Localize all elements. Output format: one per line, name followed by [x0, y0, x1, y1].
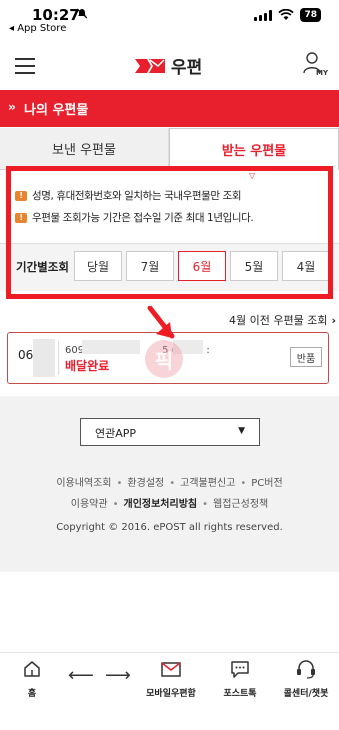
double-chevron-right-icon: ››: [8, 100, 16, 114]
status-time: 10:27: [32, 6, 80, 24]
notice-icon: !: [15, 212, 27, 223]
divider: [58, 341, 59, 375]
cellular-signal-icon: [254, 9, 273, 21]
forward-arrow-icon[interactable]: ⟶: [105, 665, 131, 686]
chat-bubble-icon: [231, 661, 249, 678]
pointer-arrow-icon: [147, 306, 175, 339]
footer-link-complaint[interactable]: 고객불편신고: [180, 478, 235, 489]
notice-text: 성명, 휴대전화번호와 일치하는 국내우편물만 조회: [32, 190, 242, 202]
period-option-june[interactable]: 6월: [178, 251, 226, 281]
post-logo-icon: [135, 58, 165, 73]
notice-item: ! 우편물 조회가능 기간은 접수일 기준 최대 1년입니다.: [15, 210, 254, 225]
nav-post-talk[interactable]: 포스트톡: [218, 659, 262, 699]
return-button[interactable]: 반품: [290, 347, 322, 367]
period-label: 기간별조회: [16, 260, 69, 274]
redacted-area: [33, 339, 55, 377]
mute-bell-icon: [76, 8, 88, 22]
home-icon: [24, 661, 40, 677]
related-app-select-value: 연관APP: [95, 427, 137, 440]
tab-received-mail[interactable]: 받는 우편물: [169, 128, 339, 170]
footer-link-terms[interactable]: 이용약관: [71, 499, 108, 510]
my-page-button[interactable]: MY: [303, 52, 331, 82]
nav-mobile-mailbox[interactable]: 모바일우편함: [141, 659, 201, 699]
footer-links-row2: 이용약관 • 개인정보처리방침 • 웹접근성정책: [70, 499, 269, 510]
nav-home-label: 홈: [27, 689, 37, 699]
status-indicators: 78: [254, 8, 321, 22]
nav-call-center-label: 콜센터/챗봇: [283, 689, 329, 699]
section-title-bar: ›› 나의 우편물: [0, 90, 339, 127]
footer: 연관APP ▼ 이용내역조회 • 환경설정 • 고객불편신고 • PC버전 이용약관 • 개인정…: [0, 396, 339, 572]
footer-link-privacy-policy[interactable]: 개인정보처리방침: [124, 499, 198, 510]
notice-item: ! 성명, 휴대전화번호와 일치하는 국내우편물만 조회: [15, 188, 242, 203]
period-option-july[interactable]: 7월: [126, 251, 174, 281]
my-label: MY: [316, 69, 329, 77]
nav-post-talk-label: 포스트톡: [223, 689, 257, 699]
logo-text: 우편: [171, 58, 203, 78]
copyright: Copyright © 2016. ePOST all rights reser…: [56, 522, 283, 533]
footer-link-accessibility[interactable]: 웹접근성정책: [213, 499, 268, 510]
footer-link-settings[interactable]: 환경설정: [127, 478, 164, 489]
period-option-april[interactable]: 4월: [282, 251, 330, 281]
nav-call-center[interactable]: 콜센터/챗봇: [276, 659, 336, 699]
redacted-area: [82, 340, 140, 354]
menu-icon[interactable]: [15, 58, 35, 74]
tab-sent-mail[interactable]: 보낸 우편물: [0, 128, 169, 170]
footer-links-row1: 이용내역조회 • 환경설정 • 고객불편신고 • PC버전: [56, 478, 283, 489]
dropdown-caret-icon: ▼: [238, 426, 245, 436]
section-title: 나의 우편물: [24, 103, 89, 118]
app-header: 우편 MY: [0, 40, 339, 90]
headset-icon: [297, 660, 315, 679]
footer-link-usage-history[interactable]: 이용내역조회: [56, 478, 111, 489]
notice-text: 우편물 조회가능 기간은 접수일 기준 최대 1년입니다.: [32, 212, 254, 224]
mailbox-icon: [161, 662, 181, 677]
notice-icon: !: [15, 190, 27, 201]
watermark: 픽: [145, 340, 183, 378]
back-to-app-store-link[interactable]: ◂ App Store: [9, 23, 66, 34]
back-arrow-icon[interactable]: ⟵: [68, 665, 94, 686]
delivery-status: 배달완료: [65, 359, 110, 373]
previous-mail-link-label: 4월 이전 우편물 조회: [229, 314, 328, 327]
related-app-select[interactable]: 연관APP ▼: [80, 418, 260, 446]
period-option-may[interactable]: 5월: [230, 251, 278, 281]
period-filter: 기간별조회 당월 7월 6월 5월 4월: [0, 243, 339, 291]
tab-indicator-icon: ▽: [249, 171, 256, 180]
footer-link-pc-version[interactable]: PC버전: [251, 478, 282, 489]
nav-mobile-mailbox-label: 모바일우편함: [146, 689, 196, 699]
battery-indicator: 78: [300, 8, 321, 22]
bottom-nav: 홈 ⟵ ⟶ 모바일우편함 포스트톡 콜센터/챗봇: [0, 652, 339, 730]
chevron-right-icon: ›: [331, 314, 336, 327]
period-option-current-month[interactable]: 당월: [74, 251, 122, 281]
nav-home[interactable]: 홈: [18, 659, 46, 699]
item-date: 06: [18, 348, 34, 362]
previous-mail-link[interactable]: 4월 이전 우편물 조회 ›: [229, 312, 336, 328]
epost-logo[interactable]: 우편: [133, 53, 202, 78]
notice-area: ! 성명, 휴대전화번호와 일치하는 국내우편물만 조회 ! 우편물 조회가능 …: [0, 170, 339, 240]
wifi-icon: [278, 9, 295, 20]
mail-tabs: 보낸 우편물 받는 우편물: [0, 128, 339, 170]
status-bar: 10:27 ◂ App Store 78: [0, 0, 339, 40]
